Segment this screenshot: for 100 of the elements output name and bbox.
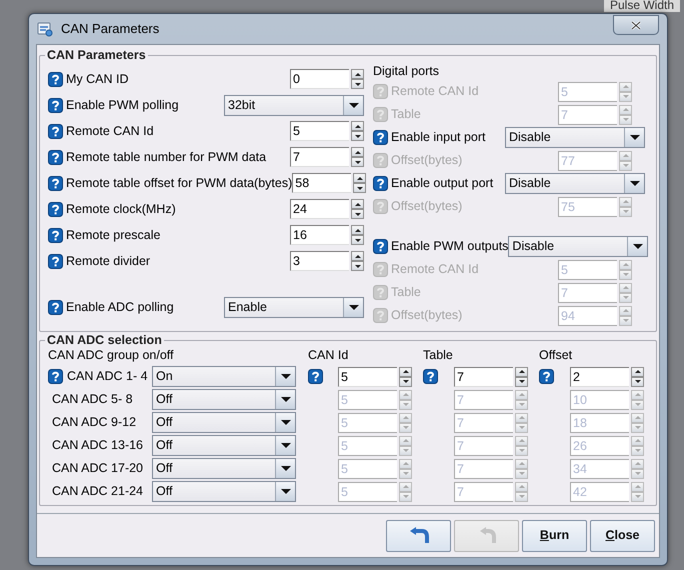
help-icon[interactable]	[373, 130, 388, 145]
column-header: CAN Id	[308, 347, 350, 364]
field-label: Remote CAN Id	[66, 122, 155, 140]
field-label: Enable ADC polling	[66, 298, 175, 316]
field-label: Remote CAN Id	[391, 83, 480, 100]
help-icon[interactable]	[48, 202, 63, 216]
spin-up-button[interactable]	[351, 69, 364, 79]
spin-up-button[interactable]	[631, 366, 644, 376]
field-label: Remote divider	[66, 252, 152, 270]
spin-up-button[interactable]	[351, 251, 364, 261]
spin-down-button[interactable]	[351, 209, 364, 219]
spin-up-button[interactable]	[351, 225, 364, 235]
spin-field[interactable]: 0	[290, 69, 349, 89]
help-icon[interactable]	[48, 228, 63, 242]
help-icon[interactable]	[48, 98, 63, 112]
field-label: Enable PWM polling	[66, 96, 180, 114]
caret-icon	[280, 374, 290, 379]
row-label: CAN ADC 13-16	[52, 437, 144, 454]
row-label: CAN ADC 21-24	[52, 483, 144, 500]
column-header: CAN ADC group on/off	[48, 347, 175, 364]
spin-field[interactable]: 7	[454, 366, 513, 386]
close-button[interactable]	[613, 15, 659, 35]
spin-up-button[interactable]	[351, 199, 364, 209]
field-label: Offset(bytes)	[391, 152, 464, 170]
field-label: Enable input port	[391, 129, 487, 146]
caret-icon	[630, 135, 640, 140]
spin-field[interactable]: 5	[290, 121, 349, 141]
field-label: Table	[391, 284, 422, 302]
caret-icon	[280, 489, 290, 494]
dropdown[interactable]: Disable	[505, 127, 645, 148]
spin-field[interactable]: 2	[570, 366, 629, 386]
field-label: Remote table number for PWM data	[66, 148, 268, 166]
spin-down-button[interactable]	[351, 79, 364, 89]
help-icon[interactable]	[48, 254, 63, 268]
field-label: Remote CAN Id	[391, 261, 480, 278]
field-label: My CAN ID	[66, 70, 130, 88]
dialog-button[interactable]: Burn	[522, 520, 587, 552]
spin-down-button[interactable]	[351, 157, 364, 167]
help-icon[interactable]	[308, 369, 323, 384]
caret-icon	[280, 466, 290, 471]
close-icon	[631, 20, 641, 30]
dropdown[interactable]: Enable	[224, 296, 364, 318]
row-label: CAN ADC 9-12	[52, 414, 136, 432]
spin-up-button[interactable]	[515, 366, 528, 376]
row-label: CAN ADC 17-20	[52, 460, 144, 478]
caret-icon	[280, 420, 290, 425]
caret-icon	[280, 443, 290, 448]
field-label: Offset(bytes)	[391, 198, 464, 216]
section-heading: Digital ports	[373, 63, 440, 80]
spin-field[interactable]: 7	[290, 147, 349, 167]
help-icon[interactable]	[423, 369, 438, 384]
dropdown[interactable]: Disable	[508, 236, 648, 257]
background-label: Pulse Width	[604, 0, 680, 12]
caret-icon	[348, 102, 358, 108]
spin-down-button[interactable]	[351, 261, 364, 271]
dialog-button[interactable]: Close	[590, 520, 655, 552]
row-label: CAN ADC 5- 8	[52, 391, 133, 408]
dropdown[interactable]: On	[152, 366, 296, 387]
help-icon[interactable]	[48, 124, 63, 138]
field-label: Offset(bytes)	[391, 307, 464, 324]
field-label: Remote prescale	[66, 226, 162, 244]
dropdown[interactable]: Disable	[505, 173, 645, 194]
caret-icon	[632, 244, 643, 249]
field-label: Remote clock(MHz)	[66, 200, 177, 218]
help-icon[interactable]	[373, 176, 388, 191]
spin-down-button[interactable]	[515, 376, 528, 386]
field-label: Remote table offset for PWM data(bytes)	[66, 174, 292, 192]
spin-up-button[interactable]	[353, 173, 366, 183]
help-icon[interactable]	[48, 300, 63, 314]
spin-down-button[interactable]	[399, 376, 412, 386]
field-label: Enable output port	[391, 175, 494, 192]
spin-up-button[interactable]	[351, 147, 364, 157]
app-icon	[37, 21, 53, 37]
column-header: Offset	[539, 347, 574, 364]
spin-down-button[interactable]	[351, 235, 364, 245]
help-icon[interactable]	[373, 239, 388, 254]
field-label: Enable PWM outputs	[391, 238, 508, 256]
help-icon[interactable]	[539, 369, 554, 384]
field-label: Table	[391, 106, 422, 124]
spin-field[interactable]: 24	[290, 199, 349, 219]
spin-field[interactable]: 58	[292, 173, 352, 193]
column-header: Table	[423, 347, 454, 364]
spin-up-button[interactable]	[351, 121, 364, 131]
spin-field[interactable]: 5	[338, 366, 397, 386]
row-label: CAN ADC 1- 4	[67, 368, 148, 386]
spin-down-button[interactable]	[353, 183, 366, 193]
help-icon[interactable]	[48, 369, 63, 384]
help-icon[interactable]	[48, 176, 63, 190]
undo-button[interactable]	[386, 520, 451, 552]
help-icon[interactable]	[48, 150, 63, 164]
help-icon[interactable]	[48, 72, 63, 86]
spin-up-button[interactable]	[399, 366, 412, 376]
caret-icon	[630, 181, 640, 186]
caret-icon	[280, 397, 290, 402]
curved-arrow-icon	[408, 526, 430, 546]
dropdown[interactable]: 32bit	[224, 94, 364, 116]
spin-down-button[interactable]	[351, 131, 364, 141]
spin-down-button[interactable]	[631, 376, 644, 386]
spin-field[interactable]: 3	[290, 251, 349, 271]
spin-field[interactable]: 16	[290, 225, 349, 245]
